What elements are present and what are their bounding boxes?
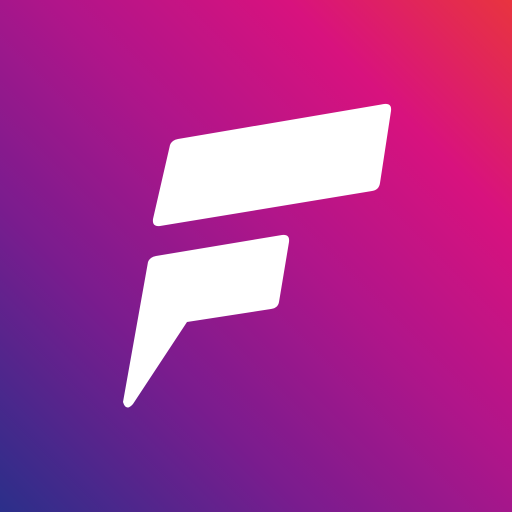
app-icon [0,0,512,512]
app-logo-icon [123,103,392,408]
logo-bubble [123,234,290,408]
logo-top-bar [152,103,392,227]
